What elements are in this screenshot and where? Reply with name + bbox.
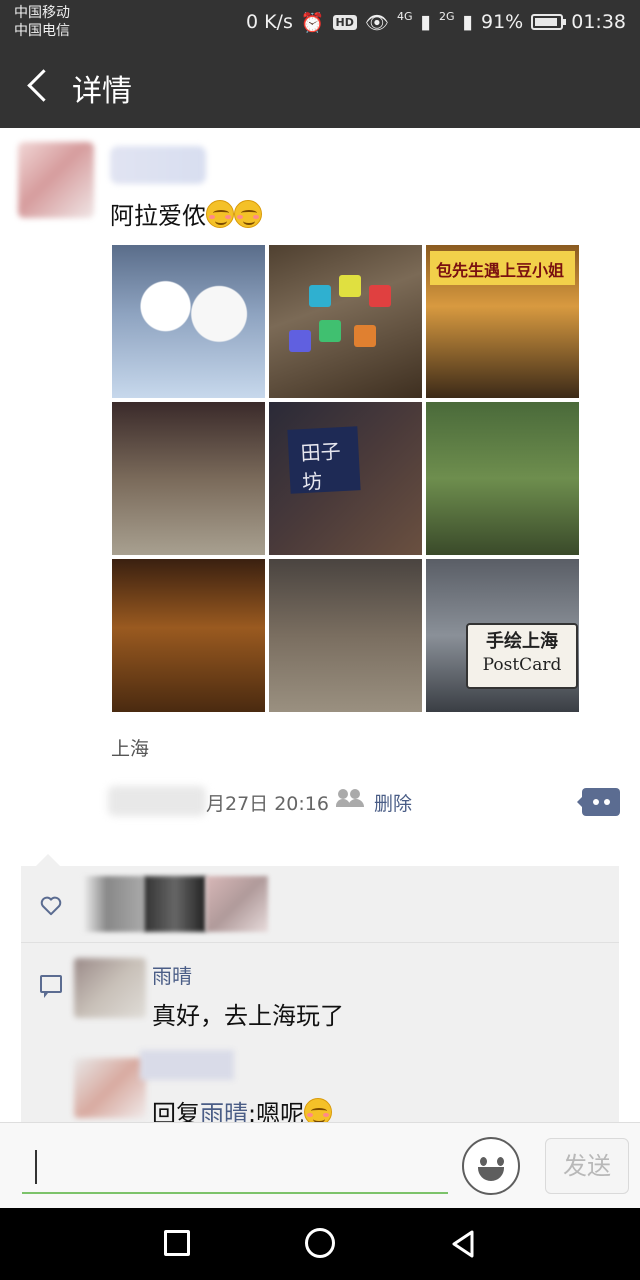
post-date-blurred bbox=[108, 786, 206, 816]
signal-1-label: 4G bbox=[397, 9, 413, 23]
dot-icon bbox=[603, 799, 610, 805]
emoji-picker-button[interactable] bbox=[462, 1137, 520, 1195]
smile-blush-emoji-icon bbox=[206, 200, 234, 228]
post-text-content: 阿拉爱侬 bbox=[110, 202, 206, 230]
more-actions-button[interactable] bbox=[577, 788, 620, 816]
alarm-icon: ⏰ bbox=[300, 11, 325, 34]
like-avatar[interactable] bbox=[144, 876, 206, 932]
like-avatar[interactable] bbox=[206, 876, 268, 932]
tianzifang-sign: 田子坊 bbox=[287, 426, 361, 494]
post-location[interactable]: 上海 bbox=[111, 734, 149, 761]
carrier-1: 中国移动 bbox=[14, 5, 70, 21]
nav-back-button[interactable] bbox=[450, 1230, 476, 1258]
mailbox-shape bbox=[319, 320, 341, 342]
eye-icon: 👁 bbox=[364, 11, 389, 34]
postcard-sign-line2: PostCard bbox=[482, 655, 562, 675]
author-name-blurred[interactable] bbox=[110, 146, 206, 184]
net-speed: 0 K/s bbox=[245, 11, 293, 33]
commenter-avatar[interactable] bbox=[74, 958, 146, 1018]
photo-mailboxes[interactable] bbox=[269, 245, 422, 398]
photo-lane[interactable] bbox=[269, 559, 422, 712]
status-icons: 0 K/s ⏰ HD 👁 4G ▮ 2G ▮ 91% 01:38 bbox=[246, 8, 626, 36]
photo-shopfront[interactable]: 包先生遇上豆小姐 bbox=[426, 245, 579, 398]
comment-author-name[interactable]: 雨晴 bbox=[152, 960, 192, 989]
mailbox-shape bbox=[339, 275, 361, 297]
battery-percent: 91% bbox=[481, 11, 524, 33]
comment-input-field[interactable] bbox=[22, 1192, 448, 1194]
likes-divider bbox=[21, 942, 619, 943]
postcard-sign-line1: 手绘上海 bbox=[486, 631, 558, 652]
status-bar: 中国移动 中国电信 0 K/s ⏰ HD 👁 4G ▮ 2G ▮ 91% 01:… bbox=[0, 0, 640, 44]
eye-shape bbox=[480, 1157, 487, 1166]
mailbox-shape bbox=[354, 325, 376, 347]
comment-icon bbox=[40, 975, 62, 998]
title-bar: 详情 bbox=[0, 44, 640, 128]
photo-dolls[interactable] bbox=[112, 245, 265, 398]
signal-2-icon: ▮ bbox=[462, 11, 473, 33]
photo-postcard[interactable]: 手绘上海 PostCard bbox=[426, 559, 579, 712]
signal-1-icon: ▮ bbox=[420, 11, 431, 33]
clock: 01:38 bbox=[571, 11, 626, 33]
mailbox-shape bbox=[289, 330, 311, 352]
photo-cafe[interactable] bbox=[112, 559, 265, 712]
postcard-sign: 手绘上海 PostCard bbox=[466, 623, 578, 689]
post-time: 月27日 20:16 bbox=[206, 793, 329, 815]
mailbox-shape bbox=[309, 285, 331, 307]
photo-grid: 包先生遇上豆小姐 田子坊 手绘上海 PostCard bbox=[112, 245, 579, 712]
page-title: 详情 bbox=[72, 74, 132, 109]
home-button[interactable] bbox=[305, 1228, 335, 1258]
photo-plants[interactable] bbox=[426, 402, 579, 555]
comment-author-name-blurred[interactable] bbox=[140, 1050, 234, 1080]
heart-icon bbox=[40, 896, 62, 916]
shop-sign: 包先生遇上豆小姐 bbox=[430, 251, 575, 285]
carrier-info: 中国移动 中国电信 bbox=[14, 4, 70, 40]
send-button[interactable]: 发送 bbox=[545, 1138, 629, 1194]
delete-button[interactable]: 删除 bbox=[374, 789, 412, 816]
like-avatar[interactable] bbox=[82, 876, 144, 932]
comment-input-bar bbox=[0, 1122, 640, 1208]
eye-shape bbox=[497, 1157, 504, 1166]
post-text: 阿拉爱侬 bbox=[110, 196, 262, 231]
text-cursor bbox=[35, 1150, 37, 1184]
hd-badge: HD bbox=[332, 14, 357, 30]
commenter-avatar[interactable] bbox=[74, 1058, 146, 1118]
back-button[interactable] bbox=[20, 68, 56, 104]
photo-alley[interactable] bbox=[112, 402, 265, 555]
photo-tianzifang[interactable]: 田子坊 bbox=[269, 402, 422, 555]
mailbox-shape bbox=[369, 285, 391, 307]
dot-icon bbox=[592, 799, 599, 805]
carrier-2: 中国电信 bbox=[14, 23, 70, 39]
battery-icon bbox=[531, 14, 567, 30]
recents-button[interactable] bbox=[164, 1230, 190, 1256]
mouth-shape bbox=[478, 1167, 504, 1181]
signal-2-label: 2G bbox=[439, 9, 455, 23]
author-avatar[interactable] bbox=[18, 142, 94, 218]
friends-visibility-icon[interactable] bbox=[336, 787, 366, 807]
smile-blush-emoji-icon bbox=[234, 200, 262, 228]
comment-text[interactable]: 真好，去上海玩了 bbox=[152, 996, 344, 1031]
